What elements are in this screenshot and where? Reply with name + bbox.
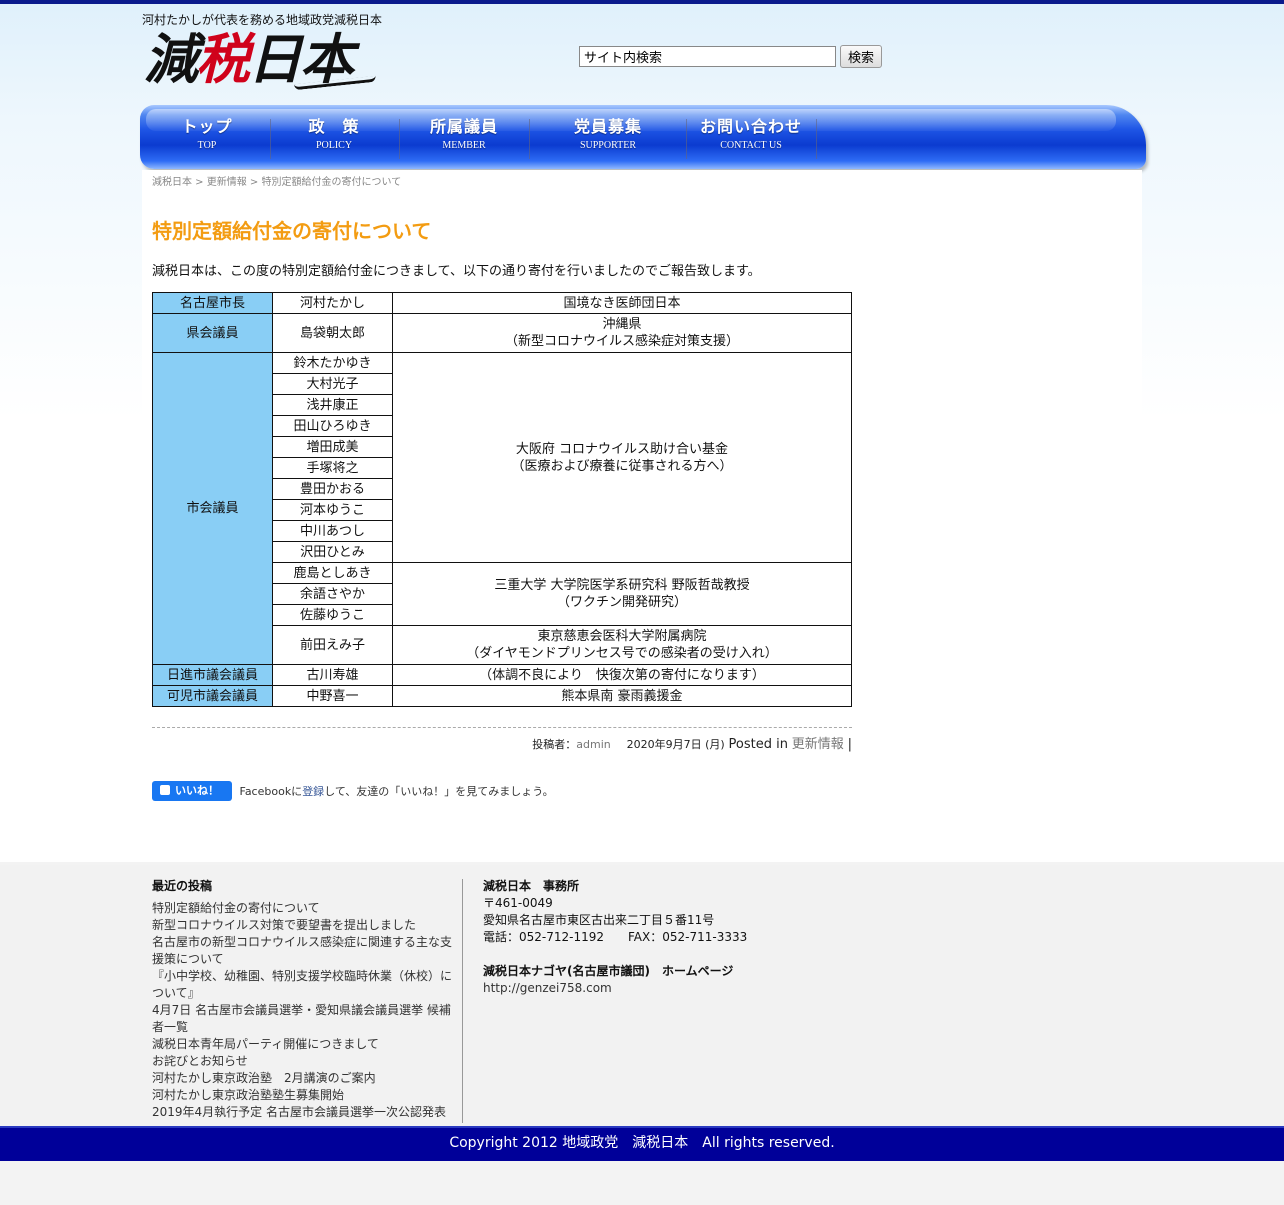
- name-cell: 沢田ひとみ: [272, 541, 393, 563]
- name-cell: 島袋朝太郎: [272, 313, 393, 353]
- site-logo[interactable]: 減税日本: [144, 28, 384, 92]
- recent-post-link[interactable]: 『小中学校、幼稚園、特別支援学校臨時休業（休校）について』: [152, 968, 454, 1002]
- nagoya-title: 減税日本ナゴヤ(名古屋市議団) ホームページ: [483, 964, 734, 978]
- destination-cell: 大阪府 コロナウイルス助け合い基金 （医療および療養に従事される方へ）: [392, 352, 852, 563]
- recent-post-link[interactable]: 減税日本青年局パーティ開催につきまして: [152, 1036, 454, 1053]
- name-cell: 余語さやか: [272, 583, 393, 605]
- name-cell: 古川寿雄: [272, 664, 393, 686]
- post-divider: [152, 727, 852, 728]
- destination-cell: 東京慈恵会医科大学附属病院 （ダイヤモンドプリンセス号での感染者の受け入れ）: [392, 625, 852, 665]
- recent-posts-title: 最近の投稿: [152, 879, 213, 893]
- nav-policy[interactable]: 政 策 POLICY: [272, 115, 396, 161]
- breadcrumb-current: 特別定額給付金の寄付について: [261, 177, 402, 188]
- donation-table: 名古屋市長 河村たかし 国境なき医師団日本 県会議員 島袋朝太郎 沖縄県 （新型コ…: [152, 292, 852, 707]
- destination-cell: 熊本県南 豪雨義援金: [392, 685, 852, 707]
- name-cell: 浅井康正: [272, 394, 393, 416]
- name-cell: 大村光子: [272, 373, 393, 395]
- category-link[interactable]: 更新情報: [792, 737, 844, 752]
- name-cell: 鹿島としあき: [272, 562, 393, 584]
- facebook-like-widget: いいね！ Facebookに登録して、友達の「いいね！」を見てみましょう。: [152, 781, 554, 801]
- name-cell: 鈴木たかゆき: [272, 352, 393, 374]
- recent-post-link[interactable]: 河村たかし東京政治塾 2月講演のご案内: [152, 1070, 454, 1087]
- search-input[interactable]: [579, 46, 836, 67]
- office-phone: 電話：052-712-1192 FAX：052-711-3333: [483, 930, 748, 944]
- post-date: 2020年9月7日 (月): [626, 738, 725, 751]
- recent-post-link[interactable]: 2019年4月執行予定 名古屋市会議員選挙一次公認発表: [152, 1104, 454, 1121]
- nav-supporter[interactable]: 党員募集 SUPPORTER: [531, 115, 685, 161]
- office-title: 減税日本 事務所: [483, 879, 580, 893]
- table-row: 日進市議会議員 古川寿雄 （体調不良により 快復次第の寄付になります）: [152, 664, 852, 686]
- copyright-bar: Copyright 2012 地域政党 減税日本 All rights rese…: [0, 1126, 1284, 1161]
- recent-post-link[interactable]: 新型コロナウイルス対策で要望書を提出しました: [152, 917, 454, 934]
- site-tagline: 河村たかしが代表を務める地域政党減税日本: [142, 13, 383, 27]
- breadcrumb-category[interactable]: 更新情報: [207, 177, 247, 188]
- table-row: 名古屋市長 河村たかし 国境なき医師団日本: [152, 292, 852, 314]
- facebook-register-link[interactable]: 登録: [302, 785, 324, 798]
- breadcrumb: 減税日本 > 更新情報 > 特別定額給付金の寄付について: [152, 177, 402, 188]
- post-lead: 減税日本は、この度の特別定額給付金につきまして、以下の通り寄付を行いましたのでご…: [152, 264, 761, 279]
- role-cell: 日進市議会議員: [152, 664, 273, 686]
- name-cell: 田山ひろゆき: [272, 415, 393, 437]
- recent-posts: 最近の投稿 特別定額給付金の寄付について 新型コロナウイルス対策で要望書を提出し…: [152, 878, 454, 1121]
- post-title: 特別定額給付金の寄付について: [152, 219, 432, 243]
- recent-post-link[interactable]: 特別定額給付金の寄付について: [152, 900, 454, 917]
- thumbs-up-icon: [160, 785, 170, 795]
- recent-post-link[interactable]: お詫びとお知らせ: [152, 1053, 454, 1070]
- table-row: 県会議員 島袋朝太郎 沖縄県 （新型コロナウイルス感染症対策支援）: [152, 313, 852, 353]
- name-cell: 前田えみ子: [272, 625, 393, 665]
- name-cell: 中野喜一: [272, 685, 393, 707]
- office-postal: 〒461-0049: [483, 896, 553, 910]
- nav-contact[interactable]: お問い合わせ CONTACT US: [688, 115, 814, 161]
- breadcrumb-home[interactable]: 減税日本: [152, 177, 192, 188]
- table-row: 可児市議会議員 中野喜一 熊本県南 豪雨義援金: [152, 685, 852, 707]
- nav-member[interactable]: 所属議員 MEMBER: [401, 115, 527, 161]
- name-cell: 手塚将之: [272, 457, 393, 479]
- name-cell: 河村たかし: [272, 292, 393, 314]
- role-cell: 市会議員: [152, 352, 273, 665]
- name-cell: 河本ゆうこ: [272, 499, 393, 521]
- nagoya-link[interactable]: http://genzei758.com: [483, 981, 612, 995]
- main-nav: トップ TOP 政 策 POLICY 所属議員 MEMBER 党員募集 SUPP…: [140, 105, 1146, 169]
- name-cell: 佐藤ゆうこ: [272, 604, 393, 626]
- role-cell: 県会議員: [152, 313, 273, 353]
- search-button[interactable]: 検索: [840, 45, 882, 68]
- office-address: 愛知県名古屋市東区古出来二丁目５番11号: [483, 913, 715, 927]
- name-cell: 豊田かおる: [272, 478, 393, 500]
- facebook-like-button[interactable]: いいね！: [152, 781, 232, 801]
- destination-cell: 三重大学 大学院医学系研究科 野阪哲哉教授 （ワクチン開発研究）: [392, 562, 852, 626]
- role-cell: 可児市議会議員: [152, 685, 273, 707]
- destination-cell: 沖縄県 （新型コロナウイルス感染症対策支援）: [392, 313, 852, 353]
- name-cell: 増田成美: [272, 436, 393, 458]
- top-border: [0, 0, 1284, 4]
- name-cell: 中川あつし: [272, 520, 393, 542]
- role-cell: 名古屋市長: [152, 292, 273, 314]
- recent-post-link[interactable]: 4月7日 名古屋市会議員選挙・愛知県議会議員選挙 候補者一覧: [152, 1002, 454, 1036]
- office-info: 減税日本 事務所 〒461-0049 愛知県名古屋市東区古出来二丁目５番11号 …: [483, 878, 747, 997]
- destination-cell: （体調不良により 快復次第の寄付になります）: [392, 664, 852, 686]
- nav-top[interactable]: トップ TOP: [146, 115, 268, 161]
- site-search: 検索: [579, 45, 882, 68]
- table-row: 市会議員 鈴木たかゆき 大阪府 コロナウイルス助け合い基金 （医療および療養に従事…: [152, 352, 852, 665]
- author-link[interactable]: admin: [576, 738, 610, 751]
- destination-cell: 国境なき医師団日本: [392, 292, 852, 314]
- post-meta: 投稿者：admin 2020年9月7日 (月) Posted in 更新情報 |: [532, 737, 852, 752]
- recent-post-link[interactable]: 名古屋市の新型コロナウイルス感染症に関連する主な支援策について: [152, 934, 454, 968]
- footer-divider: [462, 879, 463, 1123]
- recent-post-link[interactable]: 河村たかし東京政治塾塾生募集開始: [152, 1087, 454, 1104]
